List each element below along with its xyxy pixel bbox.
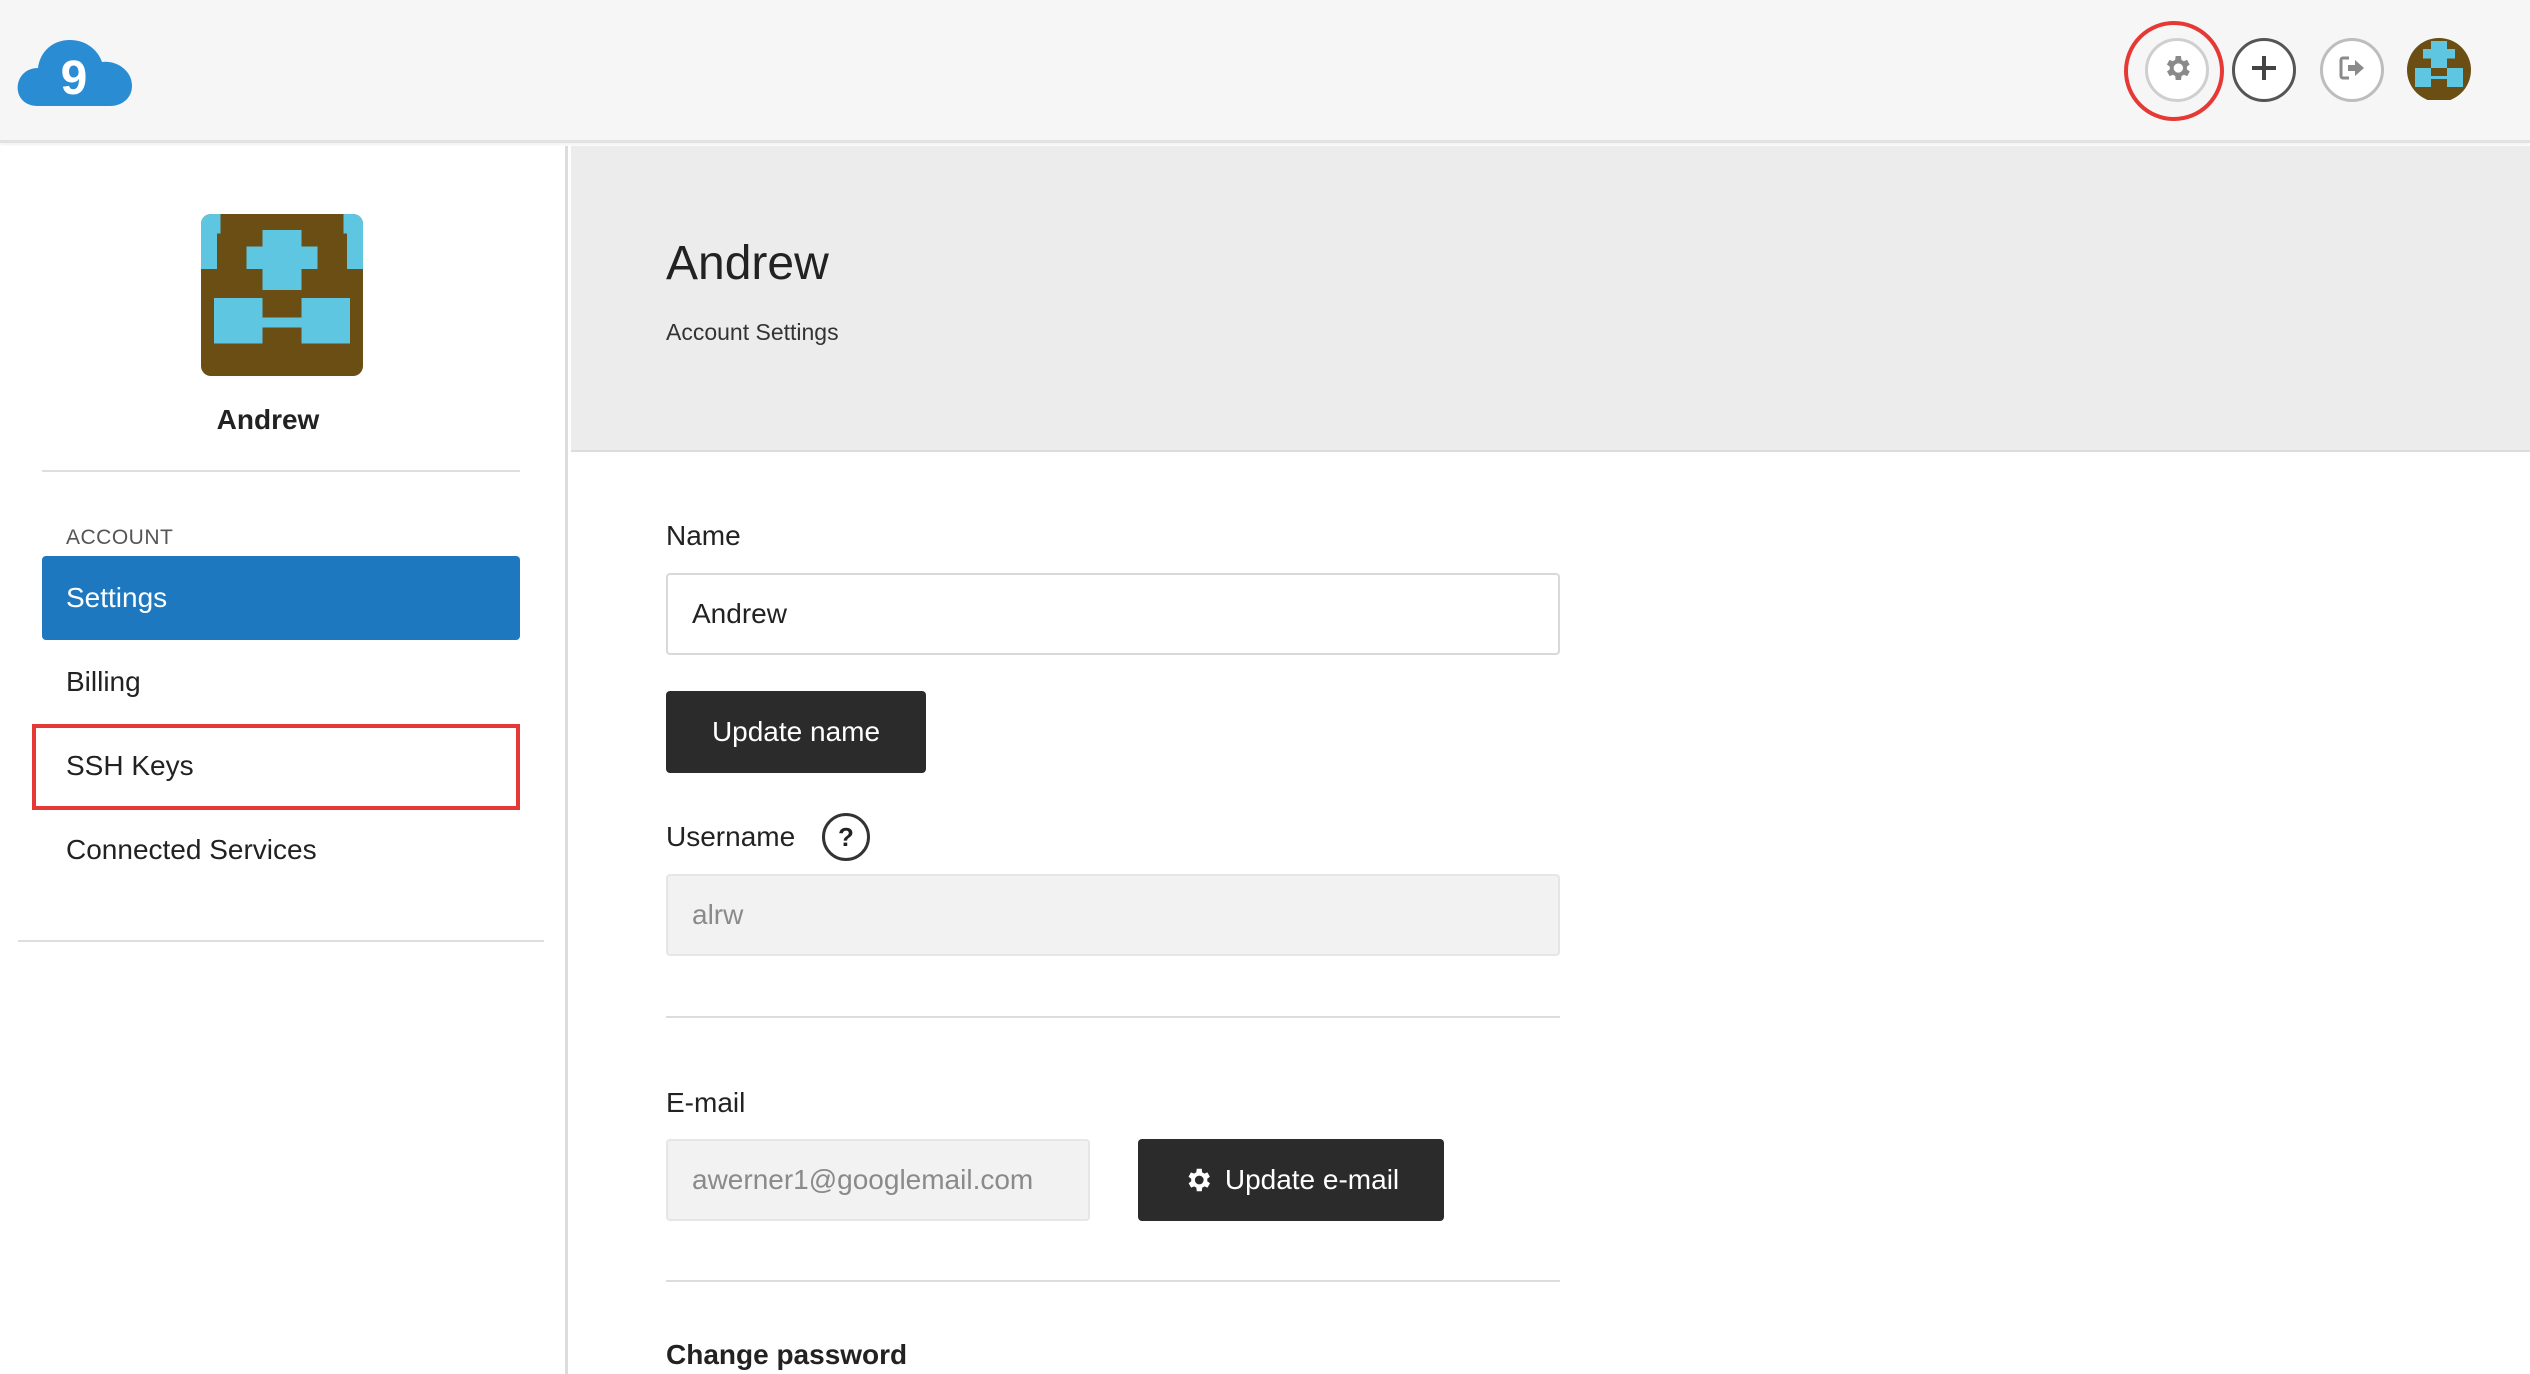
page-title: Andrew (666, 237, 829, 290)
sidebar: Andrew ACCOUNT Settings Billing SSH Keys… (0, 146, 568, 1374)
update-email-label: Update e-mail (1224, 1164, 1400, 1195)
plus-icon (2249, 53, 2279, 88)
logout-icon (2337, 53, 2367, 88)
sidebar-user-name: Andrew (216, 404, 320, 435)
sidebar-item-connected-services[interactable]: Connected Services (42, 808, 520, 892)
sidebar-item-label: Settings (66, 582, 168, 613)
ssh-keys-highlight-box (32, 724, 520, 810)
sidebar-item-billing[interactable]: Billing (42, 640, 520, 724)
page-subtitle: Account Settings (666, 319, 839, 345)
update-email-button[interactable]: Update e-mail (1138, 1139, 1444, 1221)
divider (18, 940, 544, 942)
username-label: Username (666, 821, 796, 852)
divider (666, 1016, 1560, 1018)
username-field: alrw (666, 874, 1560, 956)
name-field[interactable]: Andrew (666, 573, 1560, 655)
avatar (2407, 38, 2471, 102)
settings-button[interactable] (2145, 38, 2209, 102)
sidebar-item-label: Billing (66, 666, 141, 697)
cloud9-logo-icon[interactable]: 9 (16, 34, 134, 108)
add-button[interactable] (2232, 38, 2296, 102)
section-label-account: ACCOUNT (66, 526, 174, 549)
user-avatar-button[interactable] (2407, 38, 2471, 102)
gear-icon (2161, 52, 2193, 89)
change-password-heading: Change password (666, 1339, 908, 1370)
update-name-label: Update name (711, 716, 881, 747)
sidebar-item-settings[interactable]: Settings (42, 556, 520, 640)
top-header: 9 (0, 0, 2530, 143)
email-label: E-mail (666, 1087, 746, 1118)
name-label: Name (666, 520, 741, 551)
help-icon[interactable]: ? (822, 813, 870, 861)
help-glyph: ? (838, 821, 854, 852)
divider (42, 470, 520, 472)
update-name-button[interactable]: Update name (666, 691, 926, 773)
page-hero: Andrew Account Settings (571, 146, 2530, 452)
page: 9 Andrew ACCOUNT Settings Billing SSH Ke… (0, 0, 2530, 1374)
divider (666, 1280, 1560, 1282)
gear-icon (1183, 1165, 1213, 1195)
sidebar-item-label: Connected Services (66, 834, 317, 865)
logout-button[interactable] (2320, 38, 2384, 102)
logo-glyph: 9 (61, 52, 88, 105)
email-field: awerner1@googlemail.com (666, 1139, 1090, 1221)
profile-avatar (201, 214, 363, 376)
